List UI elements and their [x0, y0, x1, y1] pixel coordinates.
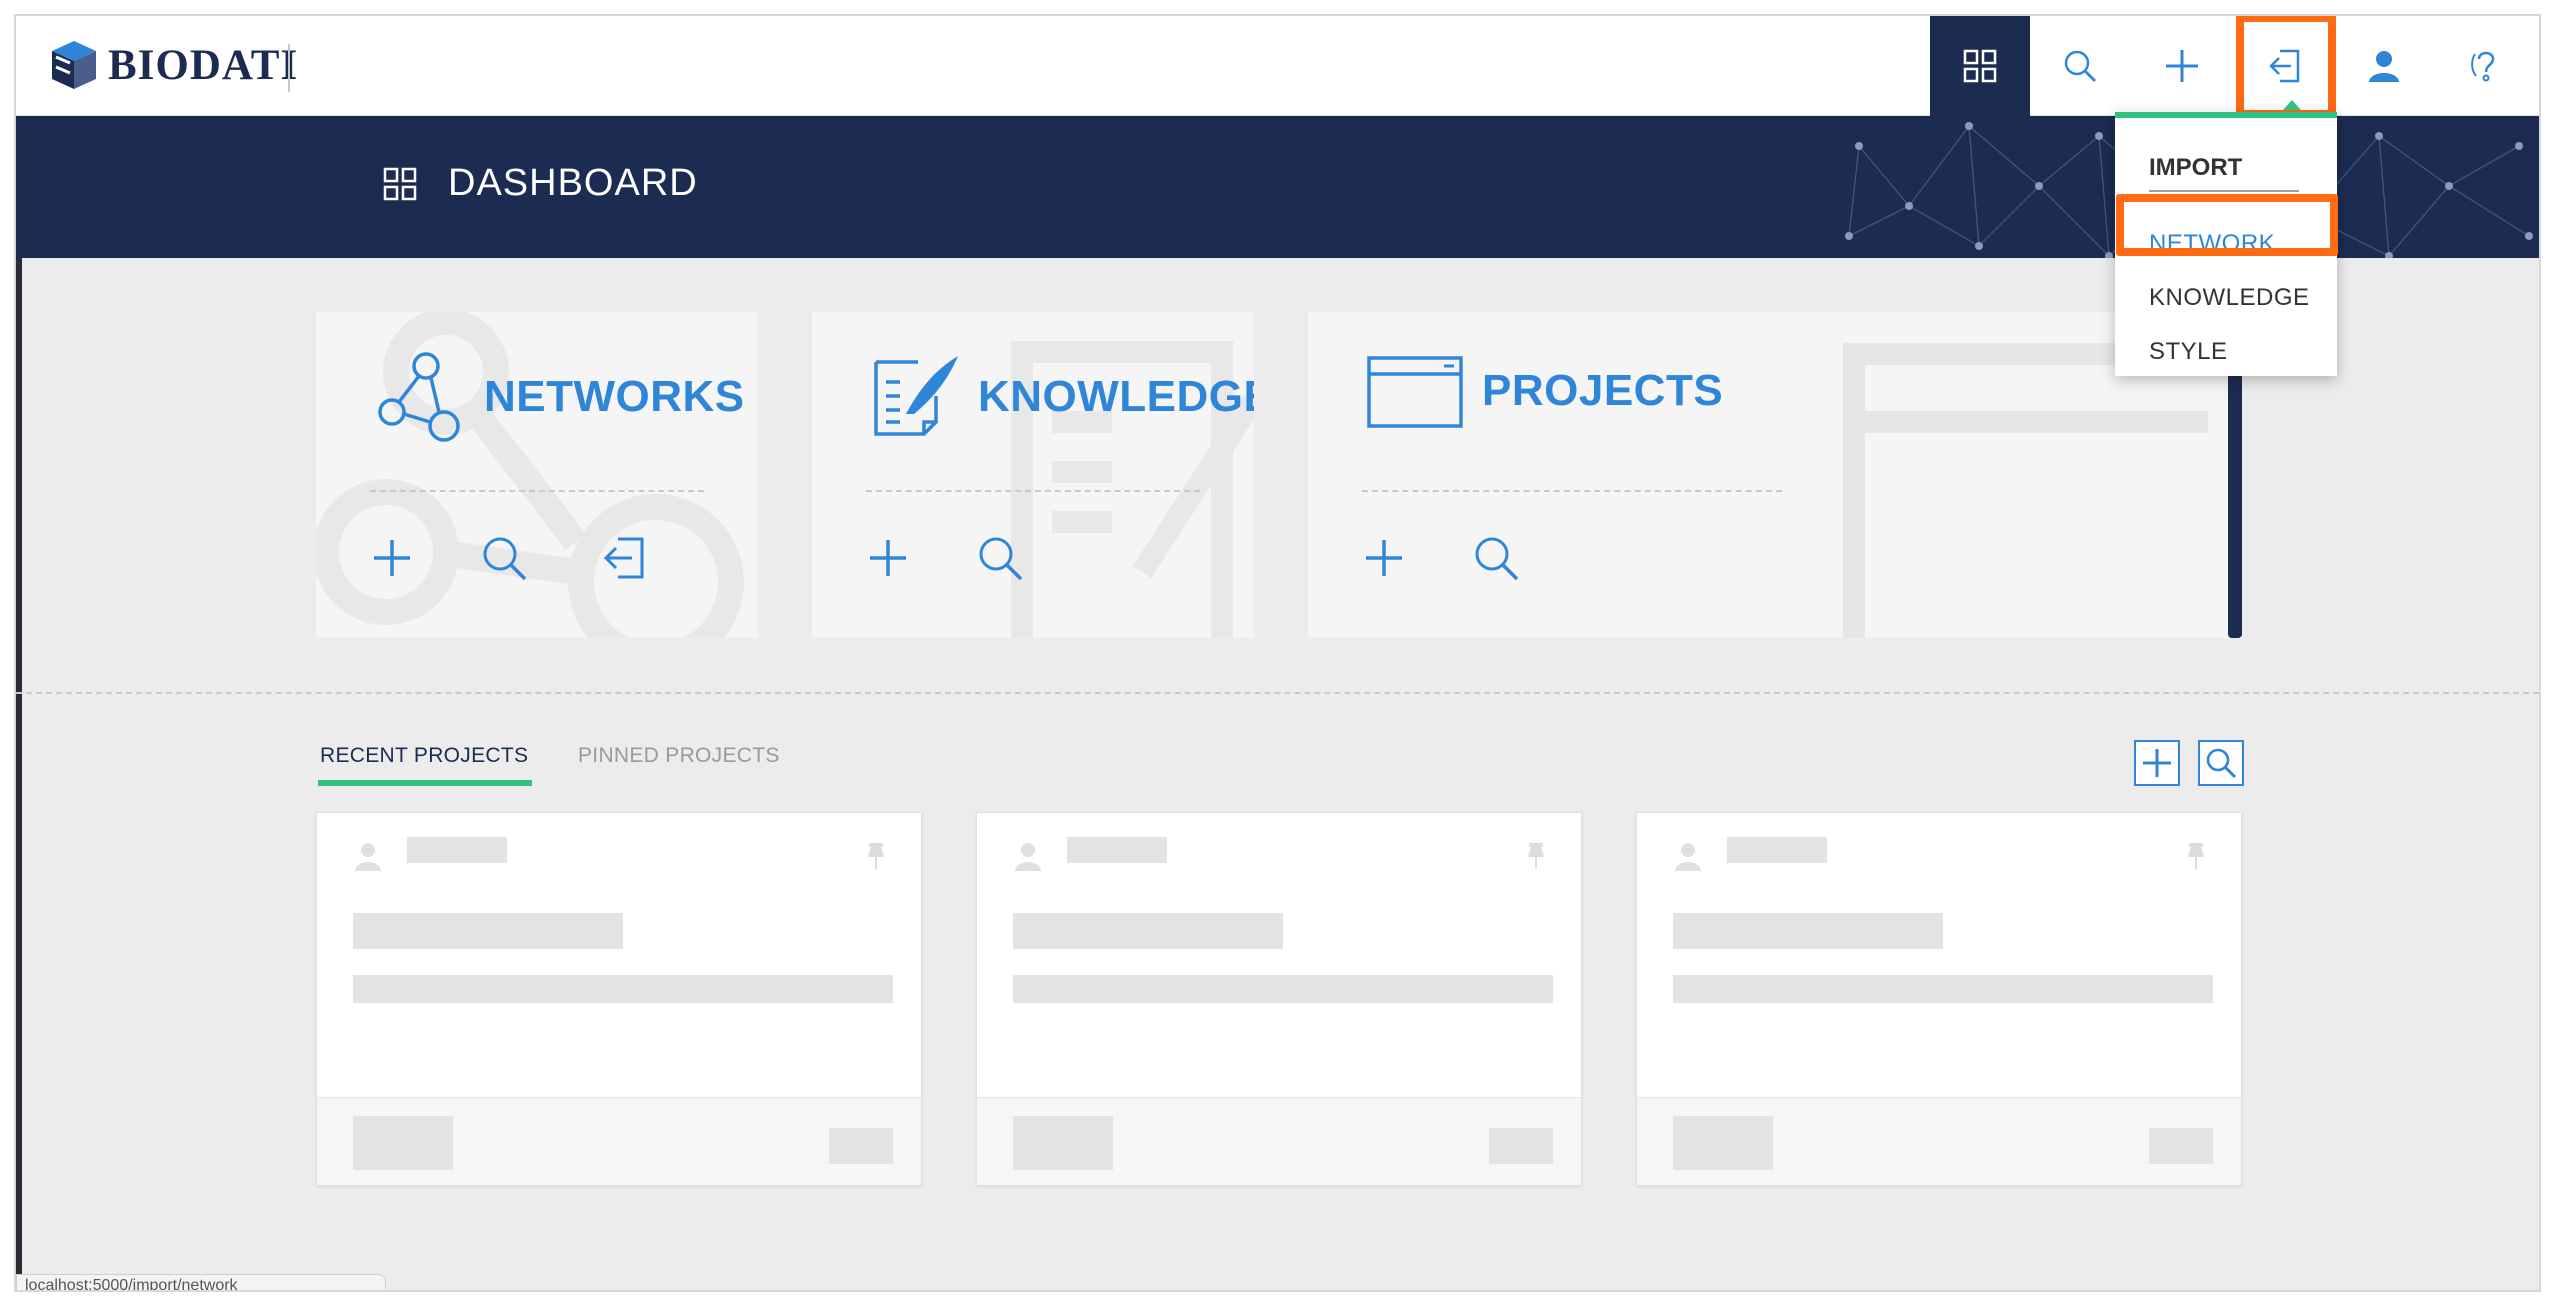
skeleton-line: [1673, 913, 1943, 949]
skeleton-line: [1067, 837, 1167, 863]
user-icon: [355, 843, 381, 871]
skeleton-line: [1489, 1128, 1553, 1164]
knowledge-tile: KNOWLEDGE: [812, 312, 1254, 638]
skeleton-line: [1013, 1116, 1113, 1170]
active-tab-indicator: [318, 780, 532, 786]
page-title: DASHBOARD: [382, 162, 698, 205]
import-menu-heading-rule: [2149, 190, 2299, 192]
search-icon: [2064, 50, 2096, 82]
networks-add-icon[interactable]: [368, 534, 416, 582]
app-window: BIODATI DASHBOARD NETWORKS KNOWLEDGE PRO…: [14, 14, 2541, 1292]
grid-icon: [1963, 49, 1997, 83]
nav-help-button[interactable]: [2436, 16, 2536, 116]
skeleton-line: [1673, 1116, 1773, 1170]
nav-search-button[interactable]: [2030, 16, 2130, 116]
pin-icon[interactable]: [2183, 841, 2209, 871]
networks-tile-header[interactable]: NETWORKS: [376, 352, 745, 442]
projects-tile-label: PROJECTS: [1482, 366, 1724, 415]
pin-icon[interactable]: [1523, 841, 1549, 871]
grid-icon: [383, 167, 417, 200]
search-projects-button[interactable]: [2198, 740, 2244, 786]
networks-tile: NETWORKS: [316, 312, 758, 638]
add-project-button[interactable]: [2134, 740, 2180, 786]
help-icon: [2471, 51, 2495, 82]
network-graph-icon: [378, 352, 460, 442]
skeleton-line: [1673, 975, 2213, 1003]
biodati-logo[interactable]: BIODATI: [46, 34, 298, 96]
skeleton-line: [1013, 975, 1553, 1003]
tile-divider: [370, 490, 704, 492]
knowledge-tile-label: KNOWLEDGE: [978, 372, 1254, 421]
nav-account-button[interactable]: [2334, 16, 2434, 116]
project-card-placeholder[interactable]: [1636, 812, 2242, 1186]
tile-divider: [1362, 490, 1782, 492]
skeleton-line: [1727, 837, 1827, 863]
user-icon: [1675, 843, 1701, 871]
projects-tile-header[interactable]: PROJECTS: [1366, 352, 1723, 430]
menu-item-knowledge[interactable]: KNOWLEDGE: [2149, 284, 2310, 312]
logo-mark-icon: [52, 41, 96, 89]
dropdown-caret: [2283, 100, 2301, 110]
section-divider: [16, 692, 2539, 694]
knowledge-add-icon[interactable]: [864, 534, 912, 582]
pin-icon[interactable]: [863, 841, 889, 871]
card-footer: [317, 1097, 921, 1185]
tab-recent-projects[interactable]: RECENT PROJECTS: [320, 744, 528, 768]
document-edit-icon: [874, 356, 958, 436]
networks-tile-label: NETWORKS: [484, 372, 745, 421]
tab-pinned-projects[interactable]: PINNED PROJECTS: [578, 744, 780, 768]
skeleton-line: [353, 975, 893, 1003]
knowledge-search-icon[interactable]: [976, 534, 1024, 582]
skeleton-line: [829, 1128, 893, 1164]
import-menu-heading: IMPORT: [2149, 154, 2243, 181]
logo-divider: [288, 44, 290, 92]
skeleton-line: [2149, 1128, 2213, 1164]
knowledge-tile-header[interactable]: KNOWLEDGE: [870, 352, 1254, 442]
network-item-highlight: [2116, 194, 2338, 256]
user-icon: [2369, 51, 2399, 82]
search-icon: [2206, 748, 2237, 779]
card-footer: [977, 1097, 1581, 1185]
skeleton-line: [353, 1116, 453, 1170]
page-title-text: DASHBOARD: [448, 162, 698, 204]
projects-tile: PROJECTS: [1308, 312, 2228, 638]
nav-dashboard-button[interactable]: [1930, 16, 2030, 116]
projects-add-icon[interactable]: [1360, 534, 1408, 582]
project-card-placeholder[interactable]: [316, 812, 922, 1186]
card-footer: [1637, 1097, 2241, 1185]
status-bar-url: localhost:5000/import/network: [16, 1274, 386, 1290]
plus-icon: [2143, 749, 2171, 777]
logo-text: BIODATI: [108, 41, 299, 89]
networks-import-icon[interactable]: [600, 534, 648, 582]
projects-search-icon[interactable]: [1472, 534, 1520, 582]
tile-divider: [866, 490, 1200, 492]
project-card-placeholder[interactable]: [976, 812, 1582, 1186]
plus-icon: [2166, 50, 2198, 82]
nav-add-button[interactable]: [2132, 16, 2232, 116]
user-icon: [1015, 843, 1041, 871]
skeleton-line: [1013, 913, 1283, 949]
menu-item-style[interactable]: STYLE: [2149, 338, 2228, 366]
window-icon: [1367, 356, 1463, 428]
top-navbar: BIODATI: [16, 16, 2539, 116]
networks-search-icon[interactable]: [480, 534, 528, 582]
skeleton-line: [407, 837, 507, 863]
skeleton-line: [353, 913, 623, 949]
